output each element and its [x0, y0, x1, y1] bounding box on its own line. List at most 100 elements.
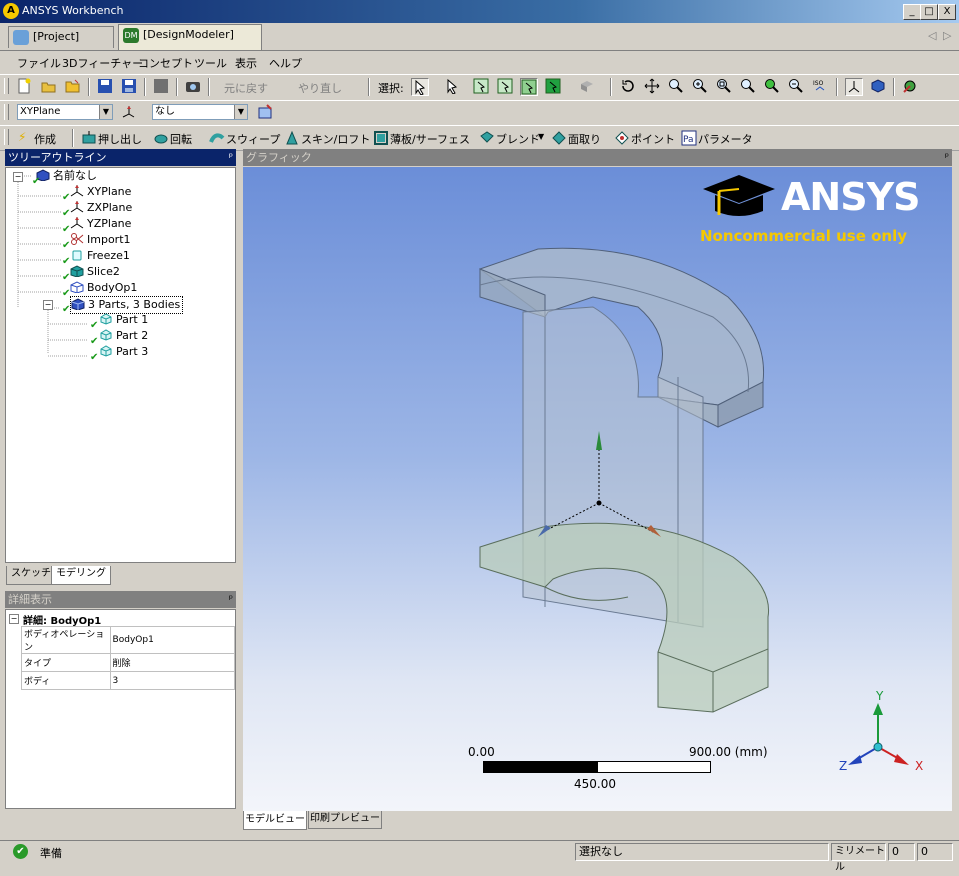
scale-bar	[483, 761, 711, 773]
menu-tools[interactable]: ツール	[194, 55, 227, 71]
save-as-icon[interactable]	[120, 78, 138, 96]
skin-loft-button[interactable]: スキン/ロフト	[301, 131, 370, 147]
revolve-button[interactable]: 回転	[170, 131, 192, 147]
select-mode-icon[interactable]	[411, 78, 429, 96]
thin-surface-button[interactable]: 薄板/サーフェス	[390, 131, 470, 147]
redo-button[interactable]: やり直し	[298, 80, 342, 96]
zoom-out-icon[interactable]	[787, 78, 805, 96]
pin-icon[interactable]: ᵖ	[945, 149, 949, 166]
chevron-down-icon: ▼	[99, 105, 112, 119]
tree-outline: − − 名前なし ✔ XYPlane ✔ ZXPlane ✔ YZPlane ✔…	[5, 167, 236, 563]
tab-sketch[interactable]: スケッチ	[6, 566, 56, 585]
tree-item-freeze1[interactable]: Freeze1	[70, 248, 130, 264]
tree-item-slice2[interactable]: Slice2	[70, 264, 120, 280]
tab-designmodeler[interactable]: DM [DesignModeler]	[118, 24, 262, 50]
extrude-button[interactable]: 押し出し	[98, 131, 142, 147]
rotate-icon[interactable]	[619, 78, 637, 96]
y-coordinate: 0	[917, 843, 953, 861]
scale-mid-label: 450.00	[574, 777, 616, 791]
pan-icon[interactable]	[643, 78, 661, 96]
toolbar-separator	[88, 78, 90, 96]
zoom-icon[interactable]	[667, 78, 685, 96]
stop-icon[interactable]	[152, 78, 170, 96]
menu-3d-features[interactable]: 3Dフィーチャー	[62, 55, 143, 71]
open-icon[interactable]	[40, 78, 58, 96]
collapse-icon[interactable]: −	[13, 172, 23, 182]
select-dropdown-icon[interactable]	[443, 78, 461, 96]
menu-file[interactable]: ファイル	[17, 55, 61, 71]
tab-model-view[interactable]: モデルビュー	[243, 811, 307, 830]
point-button[interactable]: ポイント	[631, 131, 675, 147]
triad-icon[interactable]	[845, 78, 863, 96]
tree-item-root[interactable]: 名前なし	[36, 168, 97, 184]
tree-item-zxplane[interactable]: ZXPlane	[70, 200, 132, 216]
property-value[interactable]: 3	[109, 671, 236, 690]
close-button[interactable]: X	[938, 4, 956, 20]
sketch-select[interactable]: なし ▼	[152, 104, 248, 120]
collapse-icon[interactable]: −	[9, 614, 19, 624]
tree-item-part1[interactable]: Part 1	[99, 312, 148, 328]
blend-button[interactable]: ブレンド	[496, 131, 540, 147]
undo-button[interactable]: 元に戻す	[224, 80, 268, 96]
property-value[interactable]: 削除	[109, 653, 236, 672]
select-body-icon[interactable]	[544, 78, 562, 96]
tree-item-xyplane[interactable]: XYPlane	[70, 184, 131, 200]
menu-view[interactable]: 表示	[235, 55, 257, 71]
save-icon[interactable]	[96, 78, 114, 96]
zoom-window-icon[interactable]	[739, 78, 757, 96]
tree-item-bodyop1[interactable]: BodyOp1	[70, 280, 137, 296]
new-plane-icon[interactable]	[120, 104, 138, 122]
select-face-icon[interactable]	[520, 78, 538, 96]
generate-button[interactable]: 作成	[34, 131, 56, 147]
new-icon[interactable]	[15, 78, 33, 96]
tab-print-preview[interactable]: 印刷プレビュー	[308, 811, 382, 829]
screenshot-icon[interactable]	[184, 78, 202, 96]
box-zoom-icon[interactable]	[691, 78, 709, 96]
point-icon	[614, 130, 630, 149]
maximize-button[interactable]: □	[920, 4, 938, 20]
axis-triad[interactable]	[831, 687, 941, 777]
graphics-viewport[interactable]: ANSYS Noncommercial use only 0.00 900.00…	[243, 167, 952, 811]
parameter-button[interactable]: パラメータ	[698, 131, 753, 147]
zoom-in-icon[interactable]	[763, 78, 781, 96]
main-toolbar: 元に戻す やり直し 選択: ISO	[0, 74, 959, 101]
pin-icon[interactable]: ᵖ	[229, 149, 233, 166]
menu-concept[interactable]: コンセプト	[138, 55, 193, 71]
tree-item-import1[interactable]: Import1	[70, 232, 131, 248]
table-row[interactable]: タイプ 削除	[21, 653, 236, 672]
tab-label: [Project]	[33, 30, 80, 43]
chevron-down-icon[interactable]: ▼	[538, 132, 544, 141]
tab-next-icon[interactable]: ▷	[943, 29, 951, 42]
select-edge-icon[interactable]	[496, 78, 514, 96]
look-at-icon[interactable]	[901, 78, 919, 96]
tree-item-part3[interactable]: Part 3	[99, 344, 148, 360]
sweep-button[interactable]: スウィープ	[226, 131, 280, 147]
extend-select-icon[interactable]	[578, 78, 596, 96]
pin-icon[interactable]: ᵖ	[229, 591, 233, 608]
display-model-icon[interactable]	[869, 78, 887, 96]
bodyop-icon	[70, 281, 84, 293]
new-sketch-icon[interactable]	[256, 104, 274, 122]
part-icon	[100, 345, 112, 357]
collapse-icon[interactable]: −	[43, 300, 53, 310]
iso-view-icon[interactable]: ISO	[811, 78, 829, 96]
select-point-icon[interactable]	[472, 78, 490, 96]
chamfer-button[interactable]: 面取り	[568, 131, 601, 147]
tree-item-part2[interactable]: Part 2	[99, 328, 148, 344]
feature-toolbar: ⚡ 作成 押し出し 回転 スウィープ スキン/ロフト 薄板/サーフェス ブレンド…	[0, 125, 959, 151]
tab-prev-icon[interactable]: ◁	[928, 29, 936, 42]
table-row[interactable]: ボディ 3	[21, 671, 236, 690]
tree-item-label: Import1	[87, 233, 131, 246]
tab-modeling[interactable]: モデリング	[51, 566, 111, 585]
zoom-fit-icon[interactable]	[715, 78, 733, 96]
table-row[interactable]: ボディオペレーション BodyOp1	[21, 626, 236, 654]
menu-help[interactable]: ヘルプ	[269, 55, 302, 71]
tree-item-yzplane[interactable]: YZPlane	[70, 216, 131, 232]
units-status[interactable]: ミリメートル	[831, 843, 886, 873]
tab-project[interactable]: [Project]	[8, 26, 114, 48]
property-value[interactable]: BodyOp1	[109, 626, 236, 654]
plane-select[interactable]: XYPlane ▼	[17, 104, 113, 120]
tree-outline-header: ツリーアウトライン ᵖ	[5, 149, 236, 166]
minimize-button[interactable]: _	[903, 4, 921, 20]
open-folder-icon[interactable]	[64, 78, 82, 96]
